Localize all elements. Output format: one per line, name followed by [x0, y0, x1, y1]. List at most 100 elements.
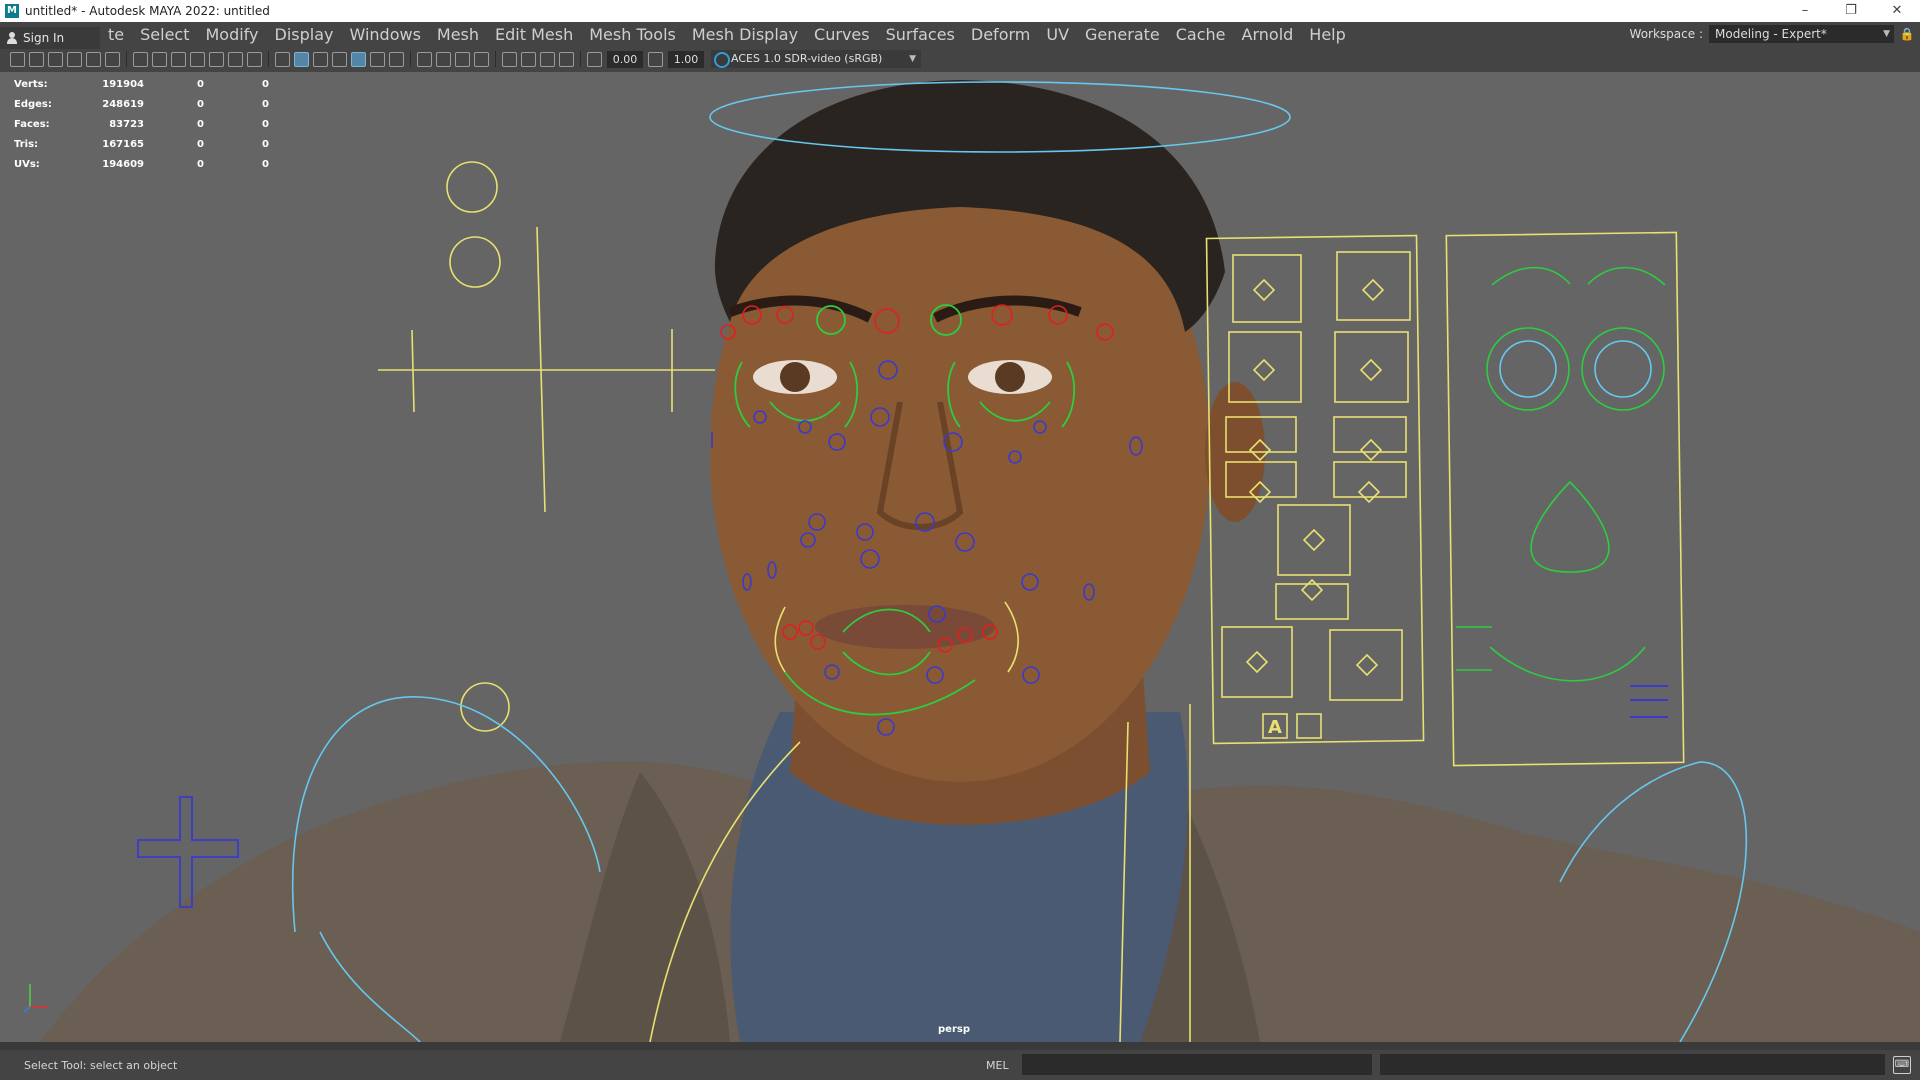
command-result-field — [1380, 1054, 1885, 1075]
shadows-icon[interactable] — [389, 51, 404, 67]
window-controls: – ❐ ✕ — [1782, 0, 1920, 22]
camera-attributes-icon[interactable] — [29, 51, 44, 67]
workspace-select[interactable]: Modeling - Expert* — [1709, 25, 1894, 43]
2d-pan-zoom-icon[interactable] — [86, 51, 101, 67]
user-icon — [6, 32, 18, 44]
hud-value: 0 — [262, 78, 269, 90]
workspace-label: Workspace : — [1629, 27, 1703, 41]
menu-mesh-tools[interactable]: Mesh Tools — [581, 25, 684, 44]
depth-of-field-icon[interactable] — [474, 51, 489, 67]
sign-in-button[interactable]: Sign In — [0, 27, 100, 49]
title-bar: M untitled* - Autodesk MAYA 2022: untitl… — [0, 0, 1920, 22]
lock-icon[interactable]: 🔒 — [1894, 27, 1920, 41]
wireframe-on-shaded-icon[interactable] — [332, 51, 347, 67]
grease-pencil-icon[interactable] — [105, 51, 120, 67]
hud-value: 83723 — [109, 118, 144, 130]
menu-surfaces[interactable]: Surfaces — [878, 25, 963, 44]
script-editor-icon[interactable]: ⌨ — [1893, 1056, 1911, 1074]
menu-generate[interactable]: Generate — [1077, 25, 1168, 44]
isolate-select-icon[interactable] — [502, 51, 517, 67]
screen-space-ao-icon[interactable] — [417, 51, 432, 67]
menu-mesh-display[interactable]: Mesh Display — [684, 25, 806, 44]
gamma-field[interactable]: 1.00 — [668, 50, 704, 68]
hud-value: 0 — [197, 138, 204, 150]
safe-title-icon[interactable] — [247, 51, 262, 67]
menu-windows[interactable]: Windows — [341, 25, 428, 44]
toolbar-separator — [495, 51, 496, 67]
grid-icon[interactable] — [133, 51, 148, 67]
close-button[interactable]: ✕ — [1874, 0, 1920, 22]
menu-curves[interactable]: Curves — [806, 25, 878, 44]
panel-letter: A — [1268, 717, 1282, 738]
menu-uv[interactable]: UV — [1038, 25, 1077, 44]
camera-select-icon[interactable] — [10, 51, 25, 67]
workspace-area: Workspace : Modeling - Expert* 🔒 — [1630, 22, 1920, 46]
menu-cache[interactable]: Cache — [1168, 25, 1234, 44]
viewport-persp[interactable]: A Verts: 191904 0 0 Edges: 248619 0 0 Fa… — [0, 72, 1920, 1042]
command-input[interactable] — [1022, 1054, 1372, 1075]
exposure-field[interactable]: 0.00 — [607, 50, 643, 68]
color-space-select[interactable]: ACES 1.0 SDR-video (sRGB) — [711, 50, 921, 68]
menu-partial[interactable]: te — [100, 25, 132, 44]
poly-count-hud: Verts: 191904 0 0 Edges: 248619 0 0 Face… — [14, 74, 269, 174]
script-language-toggle[interactable]: MEL — [986, 1059, 1009, 1072]
menu-deform[interactable]: Deform — [963, 25, 1038, 44]
maya-logo-icon: M — [5, 4, 19, 18]
toolbar-separator — [580, 51, 581, 67]
field-chart-icon[interactable] — [209, 51, 224, 67]
wireframe-icon[interactable] — [275, 51, 290, 67]
gate-mask-icon[interactable] — [190, 51, 205, 67]
xray-joints-icon[interactable] — [540, 51, 555, 67]
hud-value: 194609 — [102, 158, 144, 170]
blue-face-panel — [1630, 685, 1668, 718]
smooth-shade-icon[interactable] — [294, 51, 309, 67]
hud-value: 0 — [197, 98, 204, 110]
resolution-gate-icon[interactable] — [171, 51, 186, 67]
main-menus: te Select Modify Display Windows Mesh Ed… — [100, 22, 1354, 46]
default-material-icon[interactable] — [313, 51, 328, 67]
toolbar-separator — [410, 51, 411, 67]
bookmark-icon[interactable] — [48, 51, 63, 67]
textured-icon[interactable] — [351, 51, 366, 67]
command-line-bar: Select Tool: select an object MEL ⌨ — [0, 1050, 1920, 1080]
menu-arnold[interactable]: Arnold — [1234, 25, 1302, 44]
minimize-button[interactable]: – — [1782, 0, 1828, 22]
hud-row-edges: Edges: 248619 0 0 — [14, 94, 269, 114]
xray-icon[interactable] — [521, 51, 536, 67]
help-line-text: Select Tool: select an object — [24, 1059, 178, 1072]
menu-select[interactable]: Select — [132, 25, 197, 44]
lights-icon[interactable] — [370, 51, 385, 67]
exposure-icon[interactable] — [587, 51, 602, 67]
camera-name-label: persp — [938, 1024, 970, 1035]
hud-value: 0 — [262, 118, 269, 130]
hud-value: 248619 — [102, 98, 144, 110]
iris-right-shape — [995, 362, 1025, 392]
menu-modify[interactable]: Modify — [197, 25, 266, 44]
motion-blur-icon[interactable] — [436, 51, 451, 67]
hud-value: 0 — [262, 138, 269, 150]
menu-edit-mesh[interactable]: Edit Mesh — [487, 25, 581, 44]
sign-in-label: Sign In — [23, 31, 65, 45]
menu-help[interactable]: Help — [1301, 25, 1353, 44]
window-title: untitled* - Autodesk MAYA 2022: untitled — [25, 4, 270, 18]
anti-aliasing-icon[interactable] — [455, 51, 470, 67]
gamma-icon[interactable] — [648, 51, 663, 67]
image-plane-icon[interactable] — [67, 51, 82, 67]
xray-components-icon[interactable] — [559, 51, 574, 67]
film-gate-icon[interactable] — [152, 51, 167, 67]
scene-render: A — [23, 80, 1920, 1042]
cyan-face-panel — [1499, 340, 1652, 398]
hud-value: 0 — [197, 158, 204, 170]
menu-display[interactable]: Display — [267, 25, 342, 44]
hud-row-uvs: UVs: 194609 0 0 — [14, 154, 269, 174]
view-axis-gizmo — [23, 984, 48, 1013]
green-face-panel — [1456, 266, 1666, 682]
hud-value: 0 — [262, 98, 269, 110]
restore-button[interactable]: ❐ — [1828, 0, 1874, 22]
hud-row-verts: Verts: 191904 0 0 — [14, 74, 269, 94]
iris-left-shape — [780, 362, 810, 392]
hud-value: 0 — [197, 78, 204, 90]
hud-value: 191904 — [102, 78, 144, 90]
menu-mesh[interactable]: Mesh — [429, 25, 487, 44]
safe-action-icon[interactable] — [228, 51, 243, 67]
